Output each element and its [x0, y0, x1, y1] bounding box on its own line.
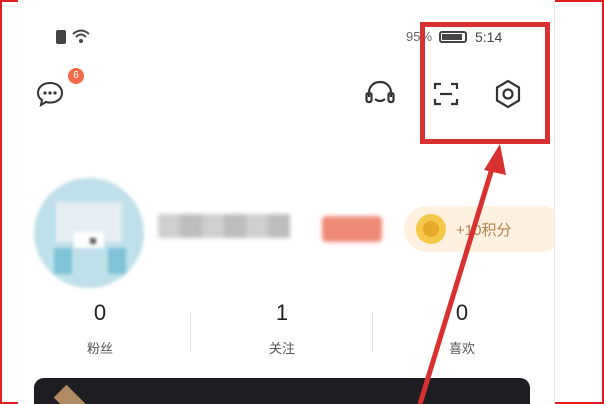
stat-likes[interactable]: 0 喜欢	[372, 300, 552, 357]
stat-label: 粉丝	[86, 341, 113, 356]
stat-label: 关注	[268, 341, 295, 356]
chat-bubble-icon	[36, 81, 64, 108]
promo-banner[interactable]	[34, 378, 530, 404]
messages-button[interactable]: 6	[28, 68, 84, 116]
stat-label: 喜欢	[448, 341, 475, 356]
points-label: +10积分	[456, 221, 512, 239]
member-badge-blurred[interactable]	[322, 216, 382, 242]
sim-card-icon	[56, 30, 66, 44]
stat-following[interactable]: 1 关注	[192, 300, 372, 357]
stats-row: 0 粉丝 1 关注 0 喜欢	[18, 300, 554, 364]
points-button[interactable]: +10积分	[404, 206, 554, 252]
wifi-icon	[72, 28, 90, 47]
stat-divider	[190, 312, 191, 352]
stat-followers[interactable]: 0 粉丝	[18, 300, 190, 357]
message-badge: 6	[68, 68, 84, 84]
stat-value: 1	[275, 300, 289, 325]
stat-value: 0	[455, 300, 469, 325]
customer-service-button[interactable]	[358, 72, 402, 116]
highlight-box	[420, 22, 550, 144]
avatar[interactable]	[34, 178, 144, 288]
username-blurred[interactable]	[158, 214, 300, 244]
stat-value: 0	[93, 300, 107, 325]
coin-icon	[416, 214, 446, 244]
headset-icon	[365, 80, 395, 104]
